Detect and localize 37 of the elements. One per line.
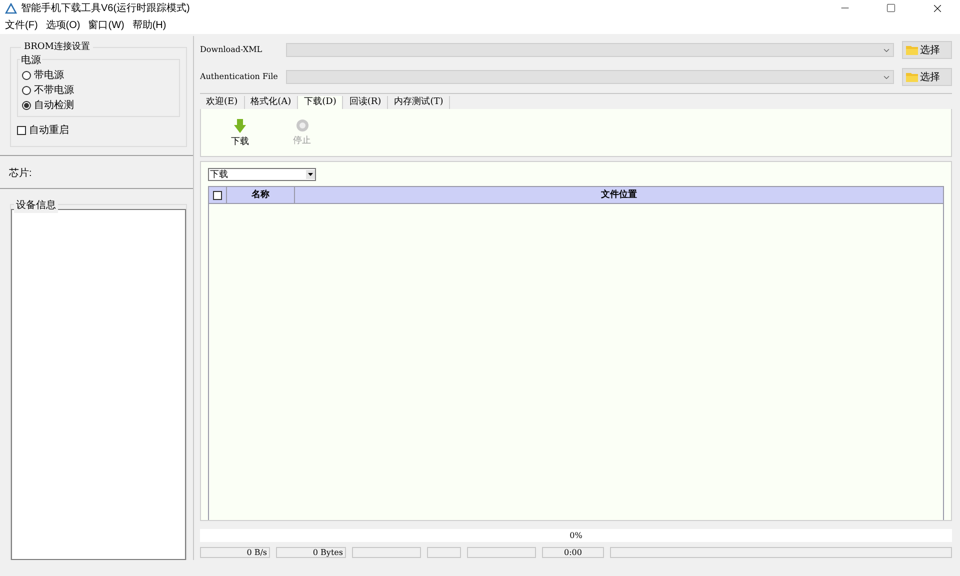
- folder-icon: [906, 72, 918, 82]
- menu-item[interactable]: 文件(F): [1, 18, 42, 32]
- radio-option[interactable]: 带电源: [22, 69, 175, 82]
- group-title: 设备信息: [14, 198, 58, 213]
- radio-option[interactable]: 自动检测: [22, 99, 175, 112]
- select-all-checkbox[interactable]: [213, 190, 222, 200]
- status-cell: 0 Bytes: [276, 547, 346, 558]
- file-dropdown[interactable]: [286, 43, 894, 57]
- progress-reading: 0%: [570, 530, 582, 542]
- file-dropdown[interactable]: [286, 70, 894, 84]
- menu-item[interactable]: 窗口(W): [84, 18, 128, 32]
- menu-item[interactable]: 帮助(H): [128, 18, 170, 32]
- mode-dropdown[interactable]: 下载: [208, 168, 316, 181]
- radio-option[interactable]: 不带电源: [22, 84, 175, 97]
- app-logo-icon: [5, 2, 17, 14]
- tab[interactable]: 下载(D): [298, 96, 344, 109]
- field-label: Authentication File: [200, 71, 279, 83]
- window-title: 智能手机下载工具V6(运行时跟踪模式): [21, 2, 190, 16]
- status-cell: [352, 547, 421, 558]
- field-label: Download-XML: [200, 44, 264, 56]
- column-header[interactable]: 文件位置: [295, 187, 943, 203]
- select-button[interactable]: 选择: [902, 41, 952, 59]
- status-cell: 0 B/s: [200, 547, 270, 558]
- download-button[interactable]: 下载: [231, 119, 249, 148]
- auto-restart-checkbox[interactable]: 自动重启: [17, 123, 180, 138]
- dropdown-arrow-icon: [306, 170, 315, 179]
- status-cell: 0:00: [542, 547, 604, 558]
- chip-label: 芯片:: [9, 166, 33, 181]
- menu-item[interactable]: 选项(O): [42, 18, 84, 32]
- folder-icon: [906, 45, 918, 55]
- status-cell: [467, 547, 536, 558]
- down-arrow-icon: [234, 119, 246, 133]
- column-header[interactable]: 名称: [227, 187, 295, 203]
- maximize-icon: [886, 3, 896, 13]
- select-button[interactable]: 选择: [902, 68, 952, 86]
- stop-icon: [296, 119, 308, 132]
- status-cell: [427, 547, 461, 558]
